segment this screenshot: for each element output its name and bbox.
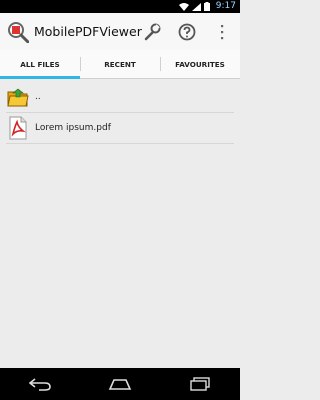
signal-icon [192, 2, 201, 11]
file-list: .. Lorem ipsum.pdf [0, 82, 240, 144]
app-title: MobilePDFViewer [34, 24, 142, 39]
file-name: Lorem ipsum.pdf [35, 123, 111, 133]
status-icons [179, 2, 210, 11]
help-button[interactable] [175, 20, 199, 44]
status-bar: 9:17 [0, 0, 240, 13]
tab-bar: ALL FILES RECENT FAVOURITES [0, 50, 240, 79]
home-icon [108, 379, 132, 390]
action-bar: MobilePDFViewer [0, 13, 240, 51]
home-button[interactable] [104, 373, 136, 395]
recent-apps-icon [190, 377, 210, 391]
tab-all-files[interactable]: ALL FILES [0, 50, 80, 79]
folder-up-icon [6, 85, 30, 109]
back-button[interactable] [24, 373, 56, 395]
tab-label: FAVOURITES [175, 59, 225, 69]
app-logo-icon[interactable] [7, 21, 29, 43]
wifi-icon [179, 2, 189, 11]
tab-label: ALL FILES [20, 59, 60, 69]
overflow-menu-button[interactable] [210, 20, 234, 44]
help-icon [178, 23, 196, 41]
battery-icon [204, 2, 210, 11]
recent-apps-button[interactable] [184, 373, 216, 395]
settings-button[interactable] [140, 20, 164, 44]
list-item[interactable]: .. [6, 82, 234, 113]
back-icon [29, 378, 51, 391]
more-vert-icon [221, 25, 224, 40]
tab-label: RECENT [104, 59, 136, 69]
navigation-bar [0, 368, 240, 400]
tab-favourites[interactable]: FAVOURITES [160, 50, 240, 78]
tab-recent[interactable]: RECENT [80, 50, 160, 78]
list-item[interactable]: Lorem ipsum.pdf [6, 113, 234, 144]
pdf-icon [6, 116, 30, 140]
wrench-icon [144, 23, 161, 41]
status-time: 9:17 [215, 1, 236, 11]
file-name: .. [35, 92, 41, 102]
